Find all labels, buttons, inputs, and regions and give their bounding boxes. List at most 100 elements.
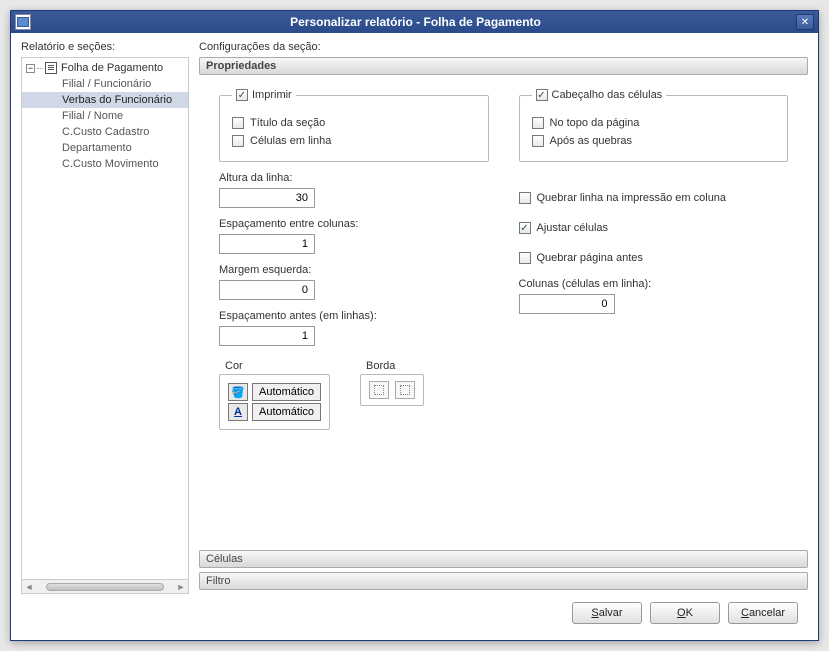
fields-right: Quebrar linha na impressão em coluna ✓ A… [519,162,789,346]
group-imprimir: ✓ Imprimir Título da seção Células em li [219,89,489,162]
titlebar: Personalizar relatório - Folha de Pagame… [11,11,818,33]
tree-item-label: Verbas do Funcionário [62,94,172,106]
checkbox-row-titulo[interactable]: Título da seção [232,117,476,129]
section-header-propriedades[interactable]: Propriedades [199,57,808,75]
scroll-thumb[interactable] [46,583,164,591]
paint-bucket-icon: 🪣 [231,386,245,399]
horizontal-scrollbar[interactable]: ◄ ► [22,579,188,593]
tree-item[interactable]: C.Custo Cadastro [22,124,188,140]
border-dotted-icon [374,385,384,395]
checkbox-quebrar-linha-label: Quebrar linha na impressão em coluna [537,192,727,204]
section-header-celulas[interactable]: Células [199,550,808,568]
fill-color-button[interactable]: 🪣 [228,383,248,401]
collapse-icon[interactable]: − [26,64,35,73]
save-button[interactable]: Salvar [572,602,642,624]
checkbox-row-ajustar[interactable]: ✓ Ajustar células [519,222,789,234]
checkbox-titulo[interactable] [232,117,244,129]
left-panel: Relatório e seções: − Folha de Pagamento… [21,41,189,594]
section-header-filtro[interactable]: Filtro [199,572,808,590]
color-group: 🪣 Automático A Automático [219,374,330,430]
checkbox-celulas-linha-label: Células em linha [250,135,331,147]
checkbox-topo-label: No topo da página [550,117,640,129]
groups-row: ✓ Imprimir Título da seção Células em li [219,89,788,162]
border-style-2-button[interactable] [395,381,415,399]
border-group [360,374,424,406]
checkbox-quebrar-pagina[interactable] [519,252,531,264]
close-button[interactable]: ✕ [796,14,814,30]
report-tree: − Folha de Pagamento Filial / Funcionári… [22,60,188,172]
checkbox-topo[interactable] [532,117,544,129]
checkbox-titulo-label: Título da seção [250,117,325,129]
checkbox-quebrar-pagina-label: Quebrar página antes [537,252,643,264]
right-panel: Configurações da seção: Propriedades ✓ I… [199,41,808,594]
properties-content: ✓ Imprimir Título da seção Células em li [199,79,808,550]
checkbox-celulas-linha[interactable] [232,135,244,147]
checkbox-ajustar[interactable]: ✓ [519,222,531,234]
margem-label: Margem esquerda: [219,264,489,276]
color-border-row: Cor 🪣 Automático A Automático [219,360,788,430]
altura-label: Altura da linha: [219,172,489,184]
tree-item[interactable]: Departamento [22,140,188,156]
colunas-input[interactable]: 0 [519,294,615,314]
checkbox-imprimir[interactable]: ✓ [236,89,248,101]
app-icon [15,14,31,30]
font-color-auto-button[interactable]: Automático [252,403,321,421]
font-color-button[interactable]: A [228,403,248,421]
color-group-wrap: Cor 🪣 Automático A Automático [219,360,330,430]
fill-color-auto-button[interactable]: Automático [252,383,321,401]
fields-left: Altura da linha: 30 Espaçamento entre co… [219,162,489,346]
margem-input[interactable]: 0 [219,280,315,300]
ok-button[interactable]: OK [650,602,720,624]
scroll-right-icon[interactable]: ► [176,582,186,592]
font-color-icon: A [234,406,242,418]
group-cabecalho-legend: ✓ Cabeçalho das células [532,89,667,101]
cancel-button[interactable]: Cancelar [728,602,798,624]
group-imprimir-legend: ✓ Imprimir [232,89,296,101]
tree-item[interactable]: Verbas do Funcionário [22,92,188,108]
font-color-row: A Automático [228,403,321,421]
group-cabecalho-label: Cabeçalho das células [552,89,663,101]
tree-container: − Folha de Pagamento Filial / Funcionári… [21,57,189,594]
checkbox-row-quebrar-pagina[interactable]: Quebrar página antes [519,252,789,264]
border-dotted-icon [400,385,410,395]
checkbox-ajustar-label: Ajustar células [537,222,609,234]
fill-color-row: 🪣 Automático [228,383,321,401]
checkbox-row-quebrar-linha[interactable]: Quebrar linha na impressão em coluna [519,192,789,204]
borda-legend: Borda [366,360,424,372]
tree-item[interactable]: Filial / Nome [22,108,188,124]
tree-line [37,68,43,69]
checkbox-cabecalho[interactable]: ✓ [536,89,548,101]
border-style-1-button[interactable] [369,381,389,399]
left-panel-label: Relatório e seções: [21,41,189,53]
document-icon [45,62,57,74]
section-header-label: Filtro [206,575,230,587]
scroll-left-icon[interactable]: ◄ [24,582,34,592]
checkbox-apos-label: Após as quebras [550,135,633,147]
tree-root[interactable]: − Folha de Pagamento [22,60,188,76]
border-group-wrap: Borda [360,360,424,406]
colunas-label: Colunas (células em linha): [519,278,789,290]
esp-col-label: Espaçamento entre colunas: [219,218,489,230]
tree-item[interactable]: Filial / Funcionário [22,76,188,92]
tree-root-label: Folha de Pagamento [61,62,163,74]
right-panel-label: Configurações da seção: [199,41,808,53]
checkbox-row-celulas-linha[interactable]: Células em linha [232,135,476,147]
group-imprimir-label: Imprimir [252,89,292,101]
checkbox-row-apos[interactable]: Após as quebras [532,135,776,147]
esp-antes-label: Espaçamento antes (em linhas): [219,310,489,322]
altura-input[interactable]: 30 [219,188,315,208]
section-header-label: Propriedades [206,60,276,72]
tree-item-label: C.Custo Cadastro [62,126,149,138]
checkbox-apos[interactable] [532,135,544,147]
esp-col-input[interactable]: 1 [219,234,315,254]
fields-row: Altura da linha: 30 Espaçamento entre co… [219,162,788,346]
checkbox-quebrar-linha[interactable] [519,192,531,204]
dialog-footer: Salvar OK Cancelar [21,594,808,632]
dialog-body: Relatório e seções: − Folha de Pagamento… [11,33,818,640]
dialog-customize-report: Personalizar relatório - Folha de Pagame… [10,10,819,641]
section-header-label: Células [206,553,243,565]
checkbox-row-topo[interactable]: No topo da página [532,117,776,129]
esp-antes-input[interactable]: 1 [219,326,315,346]
cor-legend: Cor [225,360,330,372]
tree-item[interactable]: C.Custo Movimento [22,156,188,172]
